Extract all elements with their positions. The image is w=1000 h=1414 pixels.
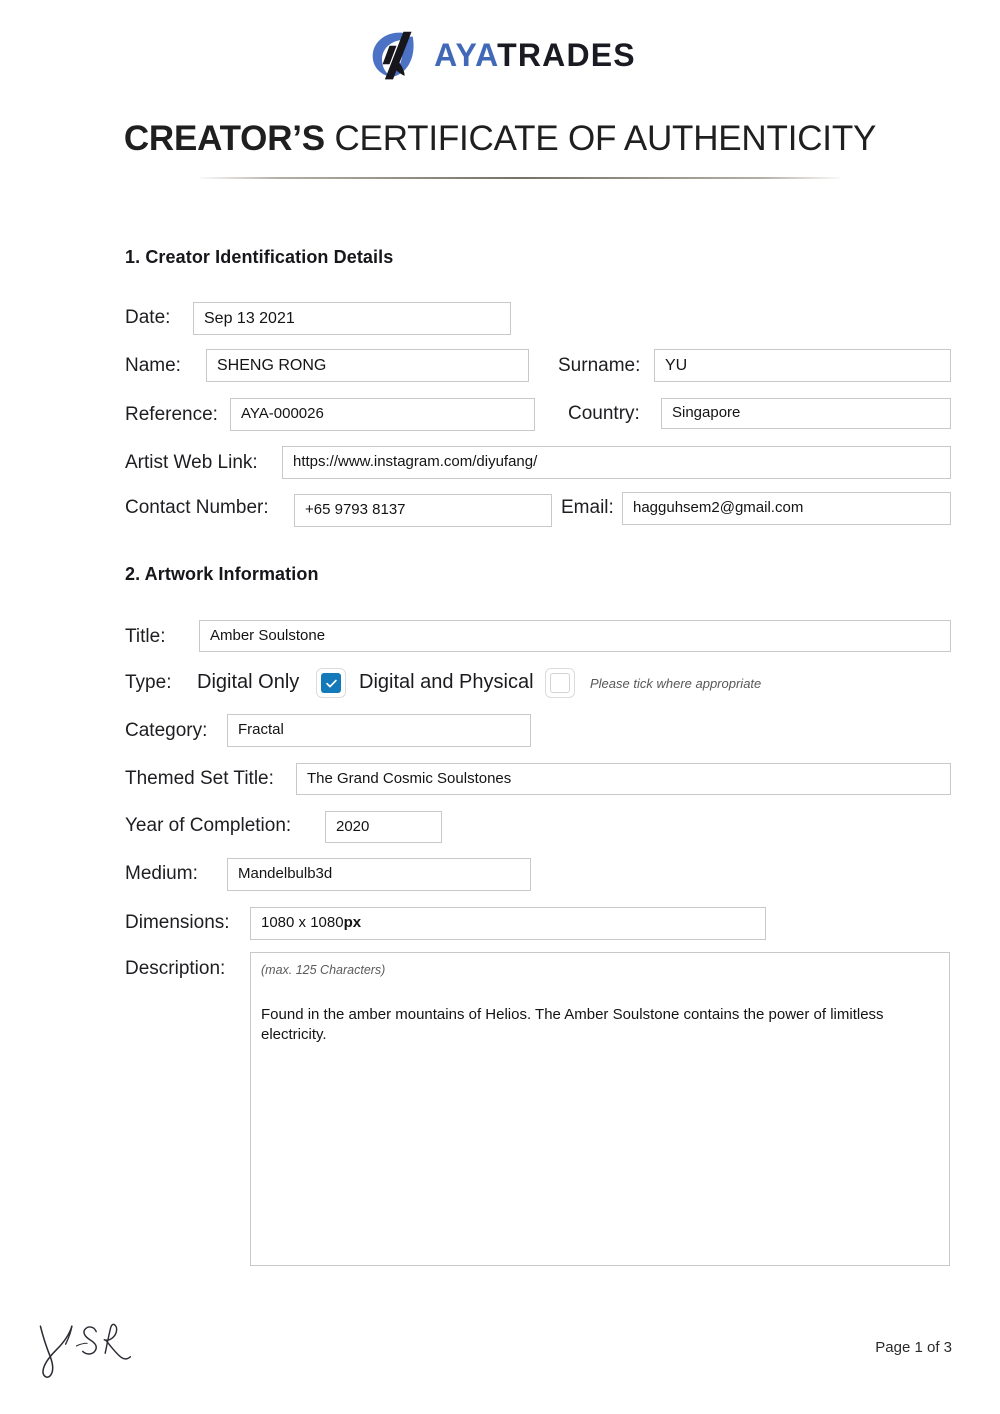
artwork-title-field[interactable]: Amber Soulstone [199, 620, 951, 652]
date-label: Date: [125, 307, 171, 328]
country-value: Singapore [672, 404, 741, 422]
email-field[interactable]: hagguhsem2@gmail.com [622, 492, 951, 525]
year-of-completion-field[interactable]: 2020 [325, 811, 442, 843]
type-hint-text: Please tick where appropriate [590, 676, 762, 691]
description-hint: (max. 125 Characters) [261, 963, 386, 977]
year-of-completion-label: Year of Completion: [125, 815, 292, 836]
email-label: Email: [561, 497, 614, 518]
page-title: CREATOR’S CERTIFICATE OF AUTHENTICITY [0, 117, 1000, 161]
certificate-page: AYATRADES CREATOR’S CERTIFICATE OF AUTHE… [0, 0, 1000, 1414]
page-title-rest: CERTIFICATE OF AUTHENTICITY [324, 119, 877, 158]
year-of-completion-value: 2020 [336, 817, 370, 835]
checkbox-digital-and-physical[interactable] [545, 668, 575, 698]
handwritten-signature-ysr [39, 1323, 132, 1378]
category-field[interactable]: Fractal [227, 714, 531, 747]
description-label: Description: [125, 958, 226, 979]
medium-field[interactable]: Mandelbulb3d [227, 858, 531, 891]
surname-field[interactable]: YU [654, 349, 951, 382]
checkbox-digital-and-physical-inner [550, 673, 570, 693]
type-option-digital-and-physical-label: Digital and Physical [359, 671, 534, 693]
date-field[interactable]: Sep 13 2021 [193, 302, 511, 335]
type-option-digital-only-label: Digital Only [197, 671, 300, 693]
dimensions-field[interactable]: 1080 x 1080 px [250, 907, 766, 940]
themed-set-title-value: The Grand Cosmic Soulstones [307, 769, 512, 787]
contact-number-label: Contact Number: [125, 497, 269, 518]
themed-set-title-field[interactable]: The Grand Cosmic Soulstones [296, 763, 951, 795]
reference-field[interactable]: AYA-000026 [230, 398, 535, 431]
contact-number-field[interactable]: +65 9793 8137 [294, 494, 552, 527]
description-textarea[interactable] [250, 952, 950, 1266]
themed-set-title-label: Themed Set Title: [125, 768, 274, 789]
page-indicator: Page 1 of 3 [875, 1339, 952, 1356]
brand-name-aya: AYA [434, 37, 498, 73]
email-value: hagguhsem2@gmail.com [633, 499, 804, 517]
type-label: Type: [125, 672, 172, 693]
reference-label: Reference: [125, 404, 218, 425]
brand-name-trades: TRADES [497, 37, 636, 73]
category-value: Fractal [238, 721, 284, 739]
check-icon [325, 679, 337, 687]
category-label: Category: [125, 720, 208, 741]
contact-number-value: +65 9793 8137 [305, 501, 406, 519]
artist-web-link-field[interactable]: https://www.instagram.com/diyufang/ [282, 446, 951, 479]
section-heading-creator-identification: 1. Creator Identification Details [125, 247, 394, 267]
medium-value: Mandelbulb3d [238, 865, 333, 883]
date-value: Sep 13 2021 [204, 309, 295, 327]
checkbox-digital-only-inner [321, 673, 341, 693]
surname-value: YU [665, 356, 688, 374]
name-label: Name: [125, 355, 181, 376]
artwork-title-label: Title: [125, 626, 166, 647]
surname-label: Surname: [558, 355, 641, 376]
dimensions-label: Dimensions: [125, 912, 230, 933]
dimensions-unit: px [343, 914, 362, 932]
artist-web-link-label: Artist Web Link: [125, 452, 258, 473]
artwork-title-value: Amber Soulstone [210, 626, 326, 644]
country-label: Country: [568, 403, 640, 424]
page-title-strong: CREATOR’S [123, 119, 325, 158]
country-field[interactable]: Singapore [661, 398, 951, 429]
reference-value: AYA-000026 [241, 405, 324, 423]
section-heading-artwork-information: 2. Artwork Information [125, 564, 319, 584]
medium-label: Medium: [125, 863, 198, 884]
brand-wordmark: AYATRADES [434, 39, 636, 71]
description-value: Found in the amber mountains of Helios. … [261, 1006, 884, 1043]
aya-swoosh-logo-icon [372, 31, 414, 80]
checkbox-digital-only[interactable] [316, 668, 346, 698]
name-field[interactable]: SHENG RONG [206, 349, 529, 382]
name-value: SHENG RONG [217, 356, 327, 374]
title-divider [200, 177, 840, 179]
dimensions-value: 1080 x 1080 [261, 914, 344, 932]
artist-web-link-value: https://www.instagram.com/diyufang/ [293, 453, 538, 471]
brand-header: AYATRADES [0, 24, 1000, 86]
